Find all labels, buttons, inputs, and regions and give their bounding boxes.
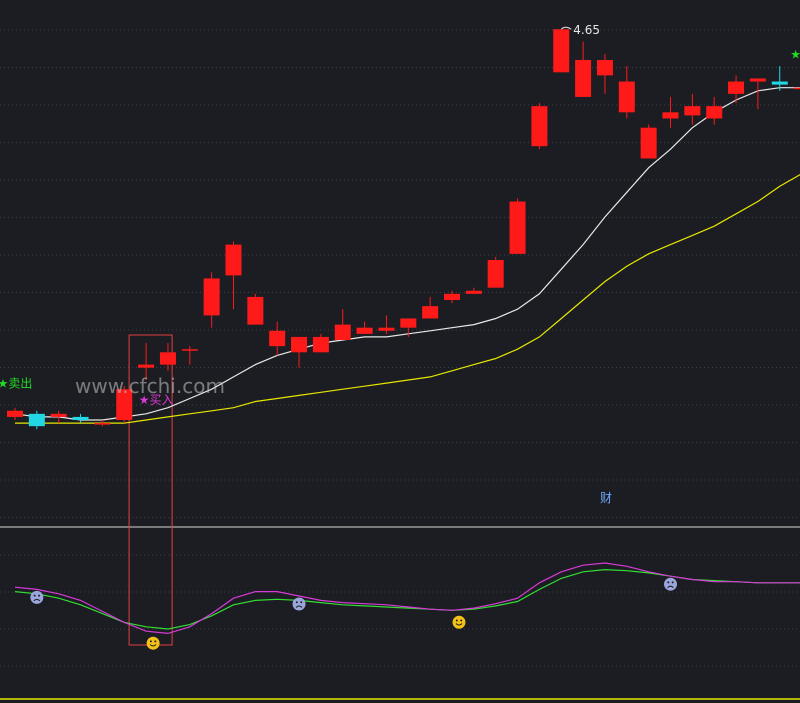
watermark-text: www.cfchi.com — [75, 374, 225, 398]
frown-face-icon — [292, 597, 306, 611]
candle-body — [159, 352, 176, 365]
candle-body — [618, 81, 635, 113]
candle-body — [94, 423, 111, 425]
candle-body — [575, 60, 592, 97]
frown-face-icon — [30, 590, 44, 604]
stock-chart: ★卖出★买入★卖 4.65财 www.cfchi.com — [0, 0, 800, 703]
face-disc — [292, 597, 306, 611]
candle-body — [334, 324, 351, 340]
face-eye — [455, 619, 458, 622]
candle-body — [50, 413, 67, 417]
candle-body — [356, 327, 373, 334]
face-disc — [146, 636, 160, 650]
face-eye — [667, 581, 670, 584]
candle — [640, 124, 657, 159]
candle-body — [771, 81, 788, 85]
candle-body — [749, 78, 766, 82]
frown-face-icon — [664, 577, 677, 591]
candle-body — [640, 127, 657, 159]
candle-body — [444, 293, 460, 300]
candle-body — [28, 413, 45, 427]
candle — [509, 198, 526, 254]
face-eye — [38, 594, 41, 597]
face-disc — [664, 577, 677, 591]
candle-body — [400, 318, 417, 328]
candle-body — [487, 260, 504, 288]
face-eye — [33, 594, 36, 597]
candle-body — [531, 106, 548, 147]
candle-body — [269, 330, 286, 347]
smile-face-icon — [146, 636, 160, 650]
candle-body — [181, 349, 198, 351]
candle — [531, 103, 548, 150]
candle-body — [247, 296, 264, 325]
candle-body — [662, 112, 679, 119]
candle-body — [291, 336, 308, 353]
candle — [487, 256, 504, 288]
candle — [247, 293, 264, 325]
candle-body — [138, 364, 155, 368]
face-eye — [295, 601, 298, 604]
candle-body — [596, 60, 613, 76]
candle-body — [378, 327, 395, 331]
smile-face-icon — [452, 615, 466, 629]
face-eye — [300, 601, 303, 604]
candle-body — [793, 87, 800, 90]
candle-body — [684, 106, 701, 116]
high-price-label: 4.65 — [573, 23, 600, 37]
candle-body — [728, 81, 745, 94]
candle-body — [312, 336, 329, 353]
signal-sell-label: ★卖出 — [0, 377, 32, 391]
candle-body — [72, 416, 89, 420]
candle — [553, 29, 570, 73]
candle-body — [553, 29, 570, 73]
candle-body — [203, 278, 220, 316]
face-eye — [149, 640, 152, 643]
face-disc — [452, 615, 466, 629]
face-disc — [30, 590, 44, 604]
face-eye — [671, 581, 674, 584]
face-eye — [154, 640, 157, 643]
candle-body — [509, 201, 526, 254]
face-eye — [460, 619, 463, 622]
bottom-marker-label: 财 — [600, 491, 612, 505]
candle-body — [422, 306, 439, 319]
candle-body — [706, 106, 723, 119]
candle-body — [465, 290, 482, 294]
signal-sell-label: ★卖 — [790, 47, 800, 61]
candle-body — [225, 244, 242, 276]
candle-body — [7, 410, 23, 417]
